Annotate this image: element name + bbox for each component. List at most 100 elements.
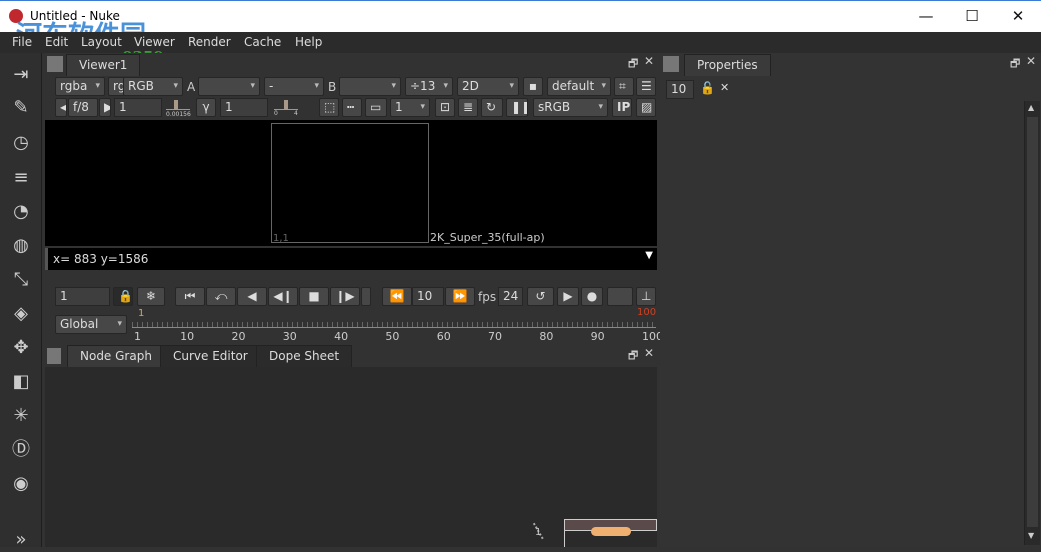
blank-button[interactable] [607, 287, 633, 306]
more-icon[interactable]: » [9, 528, 33, 552]
views-eye-icon[interactable]: ◉ [9, 472, 33, 496]
deep-icon[interactable]: Ⓓ [9, 438, 33, 462]
fps-field[interactable]: 24 [498, 287, 523, 306]
skip-forward-icon[interactable]: ⏩ [445, 287, 475, 306]
fstop-value[interactable]: f/8 [68, 98, 98, 117]
gain-slider[interactable] [166, 100, 190, 110]
gain-field[interactable]: 1 [114, 98, 162, 117]
tab-dope-sheet[interactable]: Dope Sheet [256, 345, 353, 367]
prev-keyframe-icon[interactable]: ⤺ [206, 287, 236, 306]
menu-viewer[interactable]: Viewer [134, 35, 175, 49]
float-panel-icon[interactable]: 🗗 [1010, 55, 1020, 74]
clipping-warning-icon[interactable]: ▨ [636, 98, 656, 117]
viewer-canvas[interactable]: 1,1 2K_Super_35(full-ap) [45, 120, 657, 246]
close-panel-icon[interactable]: ✕ [1026, 54, 1036, 68]
prev-frame-icon[interactable]: ◀ [237, 287, 267, 306]
clock-icon[interactable]: ◷ [9, 131, 33, 155]
fstop-decrease[interactable]: ◀ [55, 98, 67, 117]
roi-select-icon[interactable]: ⬚ [319, 98, 339, 117]
tab-curve-editor[interactable]: Curve Editor [160, 345, 261, 367]
lines-icon[interactable]: ≣ [458, 98, 478, 117]
viewer-settings-icon[interactable]: ☰ [636, 77, 656, 96]
float-panel-icon[interactable]: 🗗 [628, 55, 638, 74]
camera-icon[interactable]: ▪ [523, 77, 543, 96]
view-mode-dropdown[interactable]: 2D [457, 77, 519, 96]
channel-icon[interactable]: ≡ [9, 166, 33, 190]
tab-viewer1[interactable]: Viewer1 [66, 54, 141, 76]
overlay-icon[interactable]: ▭ [365, 98, 387, 117]
range-dropdown[interactable]: Global [55, 315, 127, 334]
skip-increment-field[interactable]: 10 [412, 287, 444, 306]
skip-back-icon[interactable]: ⏪ [382, 287, 412, 306]
panel-menu-icon[interactable] [47, 348, 61, 364]
node-graph-canvas[interactable]: 1 [45, 367, 657, 547]
lock-icon[interactable]: 🔒 [113, 287, 133, 306]
wipe-icon[interactable]: ┅ [342, 98, 362, 117]
close-button[interactable]: ✕ [995, 1, 1041, 33]
start-frame-marker[interactable]: 1 [138, 308, 144, 319]
filter-icon[interactable]: ◍ [9, 234, 33, 258]
panel-menu-icon[interactable] [663, 56, 679, 72]
minimize-button[interactable]: — [903, 1, 949, 33]
pause-icon[interactable]: ❚❚ [506, 98, 528, 117]
loop-icon[interactable]: ↺ [527, 287, 554, 306]
tab-properties[interactable]: Properties [684, 54, 771, 76]
flipbook-icon[interactable]: ▶ [557, 287, 579, 306]
timeline-settings-icon[interactable]: ⊥ [636, 287, 656, 306]
layer-dropdown[interactable]: RGB [123, 77, 183, 96]
lut-dropdown[interactable]: default [547, 77, 611, 96]
input-arrow-icon[interactable]: ⇥ [9, 63, 33, 87]
roi-icon[interactable]: ⌗ [614, 77, 634, 96]
close-panel-icon[interactable]: ✕ [644, 346, 654, 360]
max-panels-field[interactable]: 10 [666, 80, 694, 99]
menu-cache[interactable]: Cache [244, 35, 281, 49]
end-frame-marker[interactable]: 100 [637, 307, 656, 318]
center-icon[interactable]: ⊡ [435, 98, 455, 117]
particles-icon[interactable]: ✳ [9, 404, 33, 428]
close-panel-icon[interactable]: ✕ [644, 54, 654, 68]
status-expand-icon[interactable]: ▼ [645, 250, 653, 261]
b-input-dropdown[interactable] [339, 77, 401, 96]
gamma-field[interactable]: 1 [220, 98, 268, 117]
stop-icon[interactable]: ■ [299, 287, 329, 306]
menu-render[interactable]: Render [188, 35, 231, 49]
a-input-dropdown[interactable] [198, 77, 260, 96]
3d-cube-icon[interactable]: ◧ [9, 370, 33, 394]
play-backward-icon[interactable]: ◀❙ [268, 287, 298, 306]
zoom-dropdown[interactable]: 1 [390, 98, 430, 117]
tab-node-graph[interactable]: Node Graph [67, 345, 165, 367]
scrollbar-thumb[interactable] [1027, 117, 1038, 527]
transform-icon[interactable]: ✥ [9, 336, 33, 360]
merge-layers-icon[interactable]: ◈ [9, 302, 33, 326]
paint-brush-icon[interactable]: ✎ [9, 96, 33, 120]
gamma-slider[interactable] [274, 100, 298, 110]
timeline-tick-label: 30 [282, 330, 297, 343]
first-frame-icon[interactable]: ⏮ [175, 287, 205, 306]
proxy-dropdown[interactable]: ÷13 [405, 77, 453, 96]
clear-properties-icon[interactable]: ✕ [720, 81, 729, 94]
read-node[interactable] [591, 527, 631, 536]
play-forward-icon[interactable]: ❙▶ [330, 287, 360, 306]
frame-field[interactable]: 1 [55, 287, 110, 306]
record-icon[interactable]: ● [581, 287, 603, 306]
colorspace-dropdown[interactable]: sRGB [533, 98, 608, 117]
maximize-button[interactable]: ☐ [949, 1, 995, 33]
timeline-scrubber[interactable] [132, 322, 656, 328]
keyer-icon[interactable]: ⤡ [9, 268, 33, 292]
composite-op-dropdown[interactable]: - [264, 77, 324, 96]
lock-properties-icon[interactable]: 🔓 [700, 81, 715, 95]
ip-button[interactable]: IP [612, 98, 632, 117]
menu-file[interactable]: File [12, 35, 32, 49]
freeze-icon[interactable]: ❄ [137, 287, 165, 306]
channels-dropdown[interactable]: rgba [55, 77, 105, 96]
menu-help[interactable]: Help [295, 35, 322, 49]
menu-layout[interactable]: Layout [81, 35, 122, 49]
next-frame-icon[interactable] [361, 287, 371, 306]
float-panel-icon[interactable]: 🗗 [628, 347, 638, 366]
properties-scrollbar[interactable]: ▲ ▼ [1024, 101, 1040, 545]
panel-menu-icon[interactable] [47, 56, 63, 72]
refresh-icon[interactable]: ↻ [481, 98, 503, 117]
color-wheel-icon[interactable]: ◔ [9, 200, 33, 224]
fstop-increase[interactable]: ▶ [99, 98, 111, 117]
menu-edit[interactable]: Edit [45, 35, 68, 49]
